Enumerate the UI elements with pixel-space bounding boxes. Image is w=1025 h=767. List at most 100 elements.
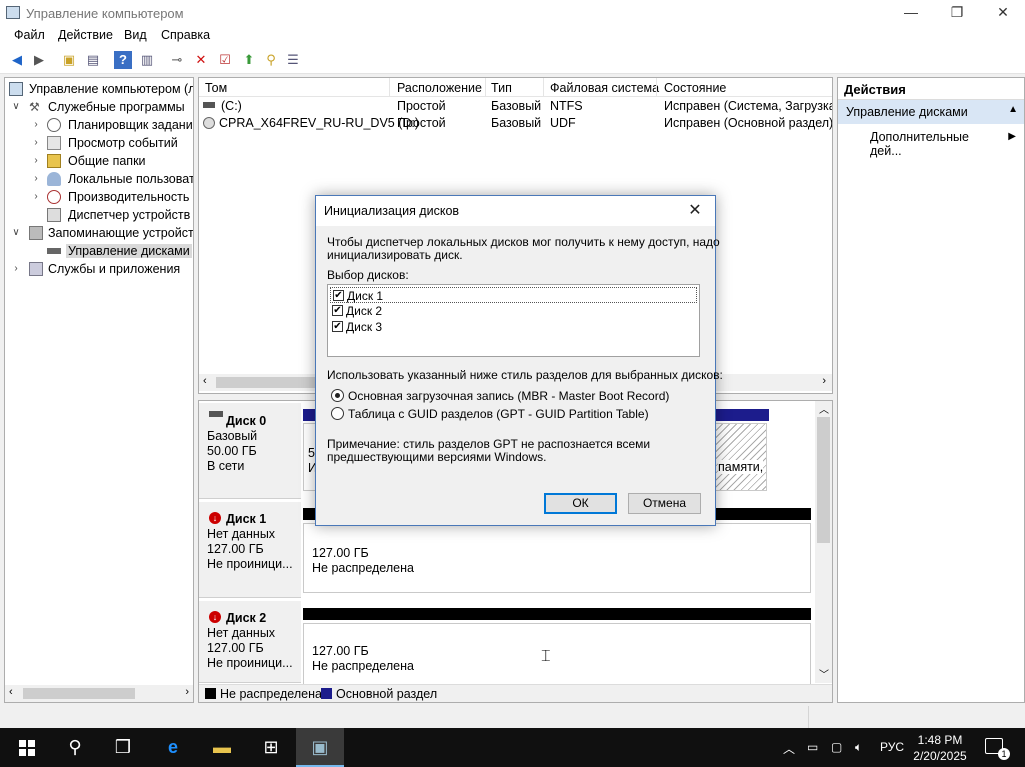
scroll-left-icon[interactable]: ‹: [203, 375, 207, 387]
column-layout[interactable]: Расположение: [397, 81, 482, 95]
scroll-right-icon[interactable]: ›: [822, 375, 826, 387]
properties-icon[interactable]: ▥: [138, 51, 156, 69]
tree-horizontal-scrollbar[interactable]: ‹ ›: [5, 685, 193, 702]
taskbar: ⚲ ❒ e ▬ ⊞ ▣ ︿ ▭ ▢ 🔈︎ РУС 1:48 PM 2/20/20…: [0, 728, 1025, 767]
computer-management-taskbar-icon[interactable]: ▣: [296, 728, 344, 767]
collapse-up-icon[interactable]: ▲: [1008, 104, 1018, 115]
clock[interactable]: 1:48 PM 2/20/2025: [905, 732, 975, 764]
disk-1-unallocated-partition[interactable]: 127.00 ГБ Не распределена: [303, 523, 811, 593]
maximize-button[interactable]: ❐: [934, 0, 980, 26]
menu-file[interactable]: Файл: [14, 28, 45, 42]
legend-swatch-unallocated: [205, 688, 216, 699]
delete-icon[interactable]: ✕: [192, 51, 210, 69]
actions-title: Действия: [838, 78, 1024, 100]
scroll-up-icon[interactable]: ︿: [819, 401, 829, 416]
scroll-thumb[interactable]: [216, 377, 316, 388]
scroll-left-icon[interactable]: ‹: [9, 686, 13, 698]
help-icon[interactable]: ?: [114, 51, 132, 69]
actions-section-disk-management[interactable]: Управление дисками ▲: [838, 100, 1024, 124]
computer-management-icon: [6, 6, 20, 19]
disk-2-unallocated-partition[interactable]: 127.00 ГБ Не распределена: [303, 623, 811, 685]
dialog-note-line1: Примечание: стиль разделов GPT не распоз…: [327, 437, 651, 451]
actions-more-actions[interactable]: Дополнительные дей... ▶: [838, 128, 1024, 158]
language-indicator[interactable]: РУС: [880, 740, 904, 754]
disk-1-label[interactable]: ↓ Диск 1 Нет данных 127.00 ГБ Не проиниц…: [199, 502, 301, 598]
chevron-right-icon[interactable]: ›: [31, 134, 41, 152]
chevron-right-icon[interactable]: ›: [31, 188, 41, 206]
disk-icon: [47, 248, 61, 254]
initialize-disk-dialog: Инициализация дисков ✕ Чтобы диспетчер л…: [315, 195, 723, 526]
menu-action[interactable]: Действие: [58, 28, 113, 42]
task-view-icon[interactable]: ❒: [99, 728, 147, 767]
gpt-radio-label[interactable]: Таблица с GUID разделов (GPT - GUID Part…: [348, 407, 649, 421]
chevron-down-icon[interactable]: ∨: [11, 98, 21, 116]
scroll-down-icon[interactable]: ﹀: [819, 666, 829, 681]
column-type[interactable]: Тип: [491, 81, 512, 95]
scroll-thumb[interactable]: [23, 688, 135, 699]
search-icon[interactable]: ⚲: [51, 728, 99, 767]
chevron-down-icon[interactable]: ∨: [11, 224, 21, 242]
network-icon[interactable]: ▢: [831, 740, 842, 754]
disk-0-label[interactable]: Диск 0 Базовый 50.00 ГБ В сети: [199, 403, 301, 499]
file-explorer-icon[interactable]: ▬: [198, 728, 246, 767]
connect-icon[interactable]: ⊸: [168, 51, 186, 69]
disk-selection-list: ✔ Диск 1 ✔ Диск 2 ✔ Диск 3: [327, 284, 700, 357]
select-disks-label: Выбор дисков:: [327, 268, 409, 282]
window-title: Управление компьютером: [26, 6, 184, 21]
close-button[interactable]: ✕: [980, 0, 1025, 26]
cancel-button[interactable]: Отмена: [628, 493, 701, 514]
start-button[interactable]: [3, 728, 51, 767]
dvd-icon: [203, 117, 215, 129]
checkbox-checked-icon[interactable]: ✔: [332, 305, 343, 316]
storage-icon: [29, 226, 43, 240]
check-icon[interactable]: ☑: [216, 51, 234, 69]
list-item-disk-2[interactable]: ✔ Диск 2: [330, 303, 697, 319]
gpt-radio[interactable]: [331, 407, 344, 420]
disk-offline-icon: ↓: [209, 611, 221, 623]
list-item-disk-1[interactable]: ✔ Диск 1: [330, 287, 697, 303]
store-icon[interactable]: ⊞: [247, 728, 295, 767]
table-row[interactable]: CPRA_X64FREV_RU-RU_DV5 (D:) Простой Базо…: [199, 115, 832, 132]
battery-icon[interactable]: ▭: [807, 740, 818, 754]
legend-swatch-primary: [321, 688, 332, 699]
ok-button[interactable]: ОК: [544, 493, 617, 514]
dialog-description-line1: Чтобы диспетчер локальных дисков мог пол…: [327, 235, 720, 249]
forward-arrow-icon[interactable]: ▶: [30, 51, 48, 69]
table-row[interactable]: (C:) Простой Базовый NTFS Исправен (Сист…: [199, 98, 832, 115]
disk-view-vertical-scrollbar[interactable]: ︿ ﹀: [815, 401, 832, 683]
chevron-right-icon[interactable]: ›: [31, 152, 41, 170]
volume-list-header: Том Расположение Тип Файловая система Со…: [199, 78, 832, 97]
column-filesystem[interactable]: Файловая система: [550, 81, 659, 95]
tray-expand-icon[interactable]: ︿: [783, 740, 795, 757]
chevron-right-icon[interactable]: ›: [31, 116, 41, 134]
menu-view[interactable]: Вид: [124, 28, 147, 42]
column-status[interactable]: Состояние: [664, 81, 726, 95]
minimize-button[interactable]: —: [888, 0, 934, 26]
settings-icon[interactable]: ☰: [284, 51, 302, 69]
windows-logo-icon: [19, 740, 35, 757]
up-folder-icon[interactable]: ▣: [60, 51, 78, 69]
checkbox-checked-icon[interactable]: ✔: [333, 290, 344, 301]
partition-style-label: Использовать указанный ниже стиль раздел…: [327, 368, 723, 382]
menu-help[interactable]: Справка: [161, 28, 210, 42]
edge-icon[interactable]: e: [149, 728, 197, 767]
mbr-radio-label[interactable]: Основная загрузочная запись (MBR - Maste…: [348, 389, 669, 403]
scroll-thumb[interactable]: [817, 417, 830, 543]
dialog-close-icon[interactable]: ✕: [681, 199, 709, 223]
chevron-right-icon[interactable]: ›: [31, 170, 41, 188]
mbr-radio[interactable]: [331, 389, 344, 402]
scroll-right-icon[interactable]: ›: [185, 686, 189, 698]
export-icon[interactable]: ⬆: [240, 51, 258, 69]
checkbox-checked-icon[interactable]: ✔: [332, 321, 343, 332]
show-hide-tree-icon[interactable]: ▤: [84, 51, 102, 69]
search-icon[interactable]: ⚲: [262, 51, 280, 69]
disk-2-unallocated-bar: [303, 608, 811, 620]
chevron-right-icon[interactable]: ›: [11, 260, 21, 278]
list-item-disk-3[interactable]: ✔ Диск 3: [330, 319, 697, 335]
disk-0-partition-right[interactable]: памяти,: [715, 423, 767, 491]
column-volume[interactable]: Том: [205, 81, 227, 95]
volume-icon[interactable]: 🔈︎: [855, 740, 862, 755]
services-icon: [29, 262, 43, 276]
disk-2-label[interactable]: ↓ Диск 2 Нет данных 127.00 ГБ Не проиниц…: [199, 601, 301, 683]
back-arrow-icon[interactable]: ◀: [8, 51, 26, 69]
